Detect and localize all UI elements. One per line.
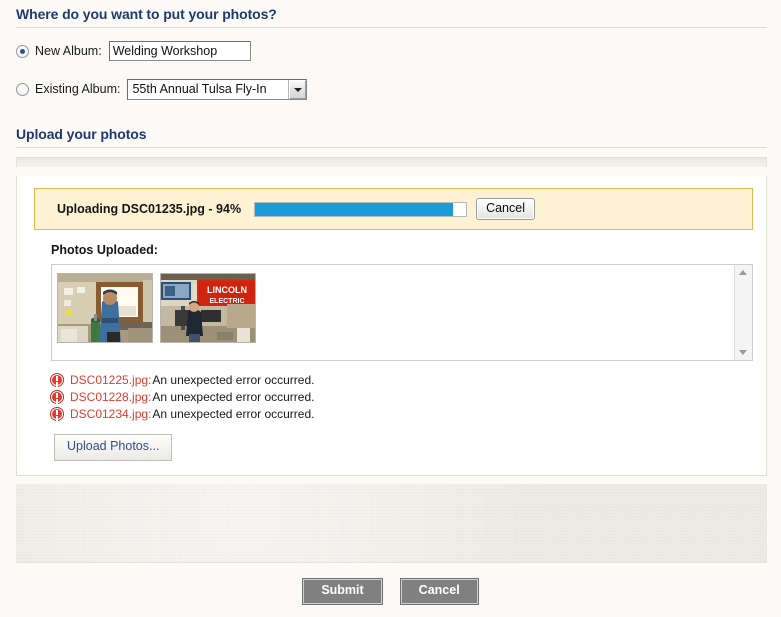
upload-heading-divider (16, 147, 767, 148)
error-file-name: DSC01225.jpg: (70, 373, 152, 387)
photos-uploaded-label: Photos Uploaded: (51, 243, 158, 257)
photos-scrollbar[interactable] (734, 265, 752, 360)
error-message: An unexpected error occurred. (152, 390, 315, 404)
workshop-photo-1-image (58, 274, 152, 342)
upload-status-text: Uploading DSC01235.jpg - 94% (57, 202, 242, 216)
error-row: DSC01225.jpg: An unexpected error occurr… (51, 372, 753, 388)
chevron-down-icon[interactable] (288, 79, 307, 99)
error-icon (51, 374, 63, 386)
upload-progress-fill (255, 202, 454, 216)
photos-uploaded-box: LINCOLN ELECTRIC (51, 264, 753, 361)
upload-panel: Uploading DSC01235.jpg - 94% Cancel Phot… (16, 176, 767, 476)
album-options: New Album: Existing Album: 55th Annual T… (0, 28, 781, 120)
existing-album-row[interactable]: Existing Album: 55th Annual Tulsa Fly-In (16, 76, 781, 102)
new-album-input[interactable] (108, 41, 251, 61)
error-message: An unexpected error occurred. (152, 407, 315, 421)
thumbnail-photo-1[interactable] (57, 273, 153, 343)
upload-heading: Upload your photos (16, 126, 147, 142)
error-file-name: DSC01228.jpg: (70, 390, 152, 404)
new-album-label: New Album: (35, 44, 102, 58)
error-list: DSC01225.jpg: An unexpected error occurr… (51, 372, 753, 422)
error-row: DSC01234.jpg: An unexpected error occurr… (51, 406, 753, 422)
uploading-banner: Uploading DSC01235.jpg - 94% Cancel (34, 188, 753, 230)
upload-photos-button[interactable]: Upload Photos... (54, 434, 173, 461)
svg-text:ELECTRIC: ELECTRIC (210, 298, 245, 305)
thumbnail-strip: LINCOLN ELECTRIC (52, 265, 734, 360)
submit-button[interactable]: Submit (302, 578, 383, 605)
existing-album-select[interactable]: 55th Annual Tulsa Fly-In (127, 78, 308, 100)
error-message: An unexpected error occurred. (152, 373, 315, 387)
panel-footer-texture (16, 483, 767, 563)
new-album-radio[interactable] (16, 44, 29, 58)
footer-actions: Submit Cancel (0, 578, 781, 605)
thumbnail-photo-2[interactable]: LINCOLN ELECTRIC (160, 273, 256, 343)
cancel-button[interactable]: Cancel (399, 578, 479, 605)
new-album-row[interactable]: New Album: (16, 38, 781, 64)
scroll-down-icon[interactable] (735, 344, 752, 360)
upload-progress-bar (254, 201, 468, 217)
panel-top-strip (16, 157, 767, 167)
error-file-name: DSC01234.jpg: (70, 407, 152, 421)
workshop-photo-2-image: LINCOLN ELECTRIC (161, 274, 255, 342)
svg-text:LINCOLN: LINCOLN (207, 285, 247, 295)
album-section: Where do you want to put your photos? Ne… (0, 0, 781, 120)
error-row: DSC01228.jpg: An unexpected error occurr… (51, 389, 753, 405)
scroll-up-icon[interactable] (735, 265, 752, 281)
cancel-upload-button[interactable]: Cancel (476, 197, 535, 221)
page-title: Where do you want to put your photos? (16, 6, 277, 22)
existing-album-label: Existing Album: (35, 82, 121, 96)
existing-album-radio[interactable] (16, 82, 29, 96)
error-icon (51, 408, 63, 420)
error-icon (51, 391, 63, 403)
upload-section: Upload your photos Uploading DSC01235.jp… (0, 120, 781, 563)
existing-album-selected-value: 55th Annual Tulsa Fly-In (132, 81, 267, 96)
